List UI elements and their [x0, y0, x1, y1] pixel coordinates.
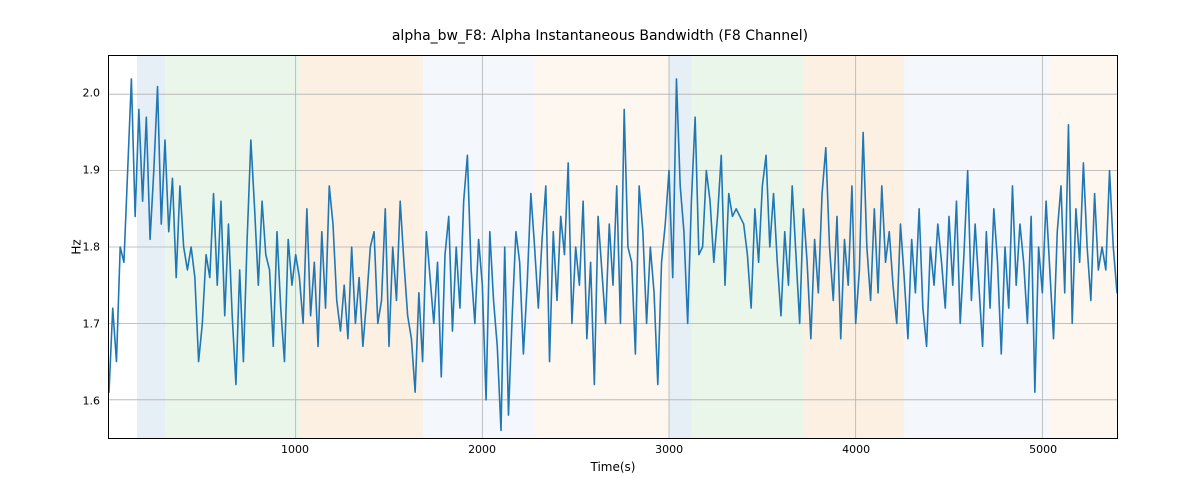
x-tick: 5000	[1029, 443, 1057, 456]
y-tick: 1.9	[60, 164, 100, 177]
x-tick: 4000	[842, 443, 870, 456]
chart-title: alpha_bw_F8: Alpha Instantaneous Bandwid…	[0, 28, 1200, 44]
x-tick: 3000	[655, 443, 683, 456]
x-tick: 1000	[281, 443, 309, 456]
plot-svg	[109, 56, 1117, 438]
y-tick: 2.0	[60, 87, 100, 100]
chart-figure: alpha_bw_F8: Alpha Instantaneous Bandwid…	[0, 0, 1200, 500]
y-tick: 1.8	[60, 241, 100, 254]
y-tick: 1.6	[60, 394, 100, 407]
x-tick: 2000	[468, 443, 496, 456]
y-tick: 1.7	[60, 317, 100, 330]
plot-area	[108, 55, 1118, 439]
x-axis-label: Time(s)	[108, 460, 1118, 474]
